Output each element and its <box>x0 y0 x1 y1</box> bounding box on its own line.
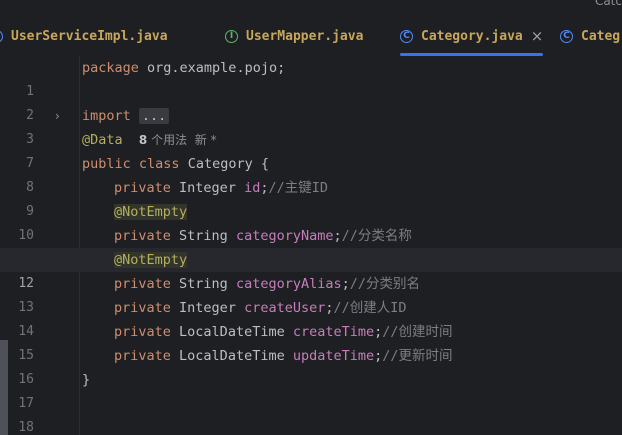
code-line[interactable]: 7 @Data 8 个用法 新 * <box>0 128 622 171</box>
annotation: @Data <box>82 132 123 148</box>
field-name: updateTime <box>292 348 375 364</box>
tab-label: UserServiceImpl.java <box>11 28 168 44</box>
keyword: private <box>114 180 171 196</box>
code-line[interactable]: 18 <box>0 392 622 435</box>
ide-window: Catc C UserServiceImpl.java I UserMapper… <box>0 0 622 435</box>
tab-label: UserMapper.java <box>246 28 364 44</box>
field-name: createTime <box>292 324 375 340</box>
annotation: @NotEmpty <box>114 252 188 268</box>
keyword: private <box>114 276 171 292</box>
annotation: @NotEmpty <box>114 204 188 220</box>
keyword: private <box>114 228 171 244</box>
chevron-right-icon[interactable]: › <box>55 104 60 128</box>
code-line[interactable]: 14 private Integer createUser;//创建人ID <box>0 296 622 339</box>
comment: //更新时间 <box>382 348 453 364</box>
code-line[interactable]: 15 private LocalDateTime createTime;//创建… <box>0 320 622 363</box>
keyword: private <box>114 324 171 340</box>
comment: //创建时间 <box>382 324 453 340</box>
code-line[interactable]: 3 › import ... <box>0 104 622 147</box>
code-line[interactable]: 13 private String categoryAlias;//分类别名 <box>0 272 622 315</box>
comment: //主键ID <box>268 180 329 196</box>
type-name: LocalDateTime <box>179 324 285 340</box>
tab-label: Categ <box>581 28 621 44</box>
title-strip-text: Catc <box>594 0 622 8</box>
comment: //分类别名 <box>349 276 421 292</box>
keyword: package <box>82 60 139 76</box>
code-line[interactable]: 17 } <box>0 368 622 411</box>
interface-icon: I <box>225 29 238 43</box>
code-line[interactable]: 16 private LocalDateTime updateTime;//更新… <box>0 344 622 387</box>
code-line[interactable]: 11 private String categoryName;//分类名称 <box>0 224 622 269</box>
closing-brace: } <box>82 372 91 388</box>
code-line-current[interactable]: 12 @NotEmpty <box>0 248 622 291</box>
tab-category[interactable]: C Category.java × <box>400 16 544 56</box>
keyword: import <box>82 108 131 124</box>
class-name: Category <box>187 156 253 172</box>
code-text: { <box>252 156 269 172</box>
type-name: LocalDateTime <box>179 348 285 364</box>
title-strip: Catc <box>0 0 622 16</box>
usages-hint[interactable]: 8 个用法 新 * <box>139 133 217 147</box>
code-line[interactable]: 2 <box>0 80 622 123</box>
tab-label: Category.java <box>421 28 523 44</box>
keyword: public <box>82 156 131 172</box>
tab-userserviceimpl[interactable]: C UserServiceImpl.java <box>0 16 168 56</box>
class-icon: C <box>560 29 573 43</box>
keyword: class <box>138 156 180 172</box>
code-editor[interactable]: 1 package org.example.pojo; 2 3 › import… <box>0 56 622 435</box>
keyword: private <box>114 300 171 316</box>
keyword: private <box>114 348 171 364</box>
folded-region[interactable]: ... <box>138 108 170 124</box>
field-name: categoryName <box>235 228 334 244</box>
type-name: Integer <box>179 180 236 196</box>
type-name: Integer <box>179 300 236 316</box>
code-line[interactable]: 10 @NotEmpty <box>0 200 622 243</box>
field-name: categoryAlias <box>235 276 342 292</box>
class-icon: C <box>0 29 3 43</box>
code-text: org.example.pojo; <box>138 60 286 76</box>
close-icon[interactable]: × <box>531 27 544 45</box>
type-name: String <box>179 228 228 244</box>
tab-categ-partial[interactable]: C Categ <box>560 16 620 56</box>
code-line[interactable]: 1 package org.example.pojo; <box>0 56 622 99</box>
comment: //分类名称 <box>341 228 412 244</box>
code-line[interactable]: 8 public class Category { <box>0 152 622 195</box>
editor-tab-bar: C UserServiceImpl.java I UserMapper.java… <box>0 16 622 57</box>
comment: //创建人ID <box>333 300 407 316</box>
type-name: String <box>179 276 228 292</box>
tab-usermapper[interactable]: I UserMapper.java <box>225 16 363 56</box>
class-icon: C <box>400 29 413 43</box>
field-name: id <box>244 180 261 196</box>
field-name: createUser <box>244 300 326 316</box>
line-number: 18 <box>18 420 34 435</box>
code-line[interactable]: 9 private Integer id;//主键ID <box>0 176 622 219</box>
